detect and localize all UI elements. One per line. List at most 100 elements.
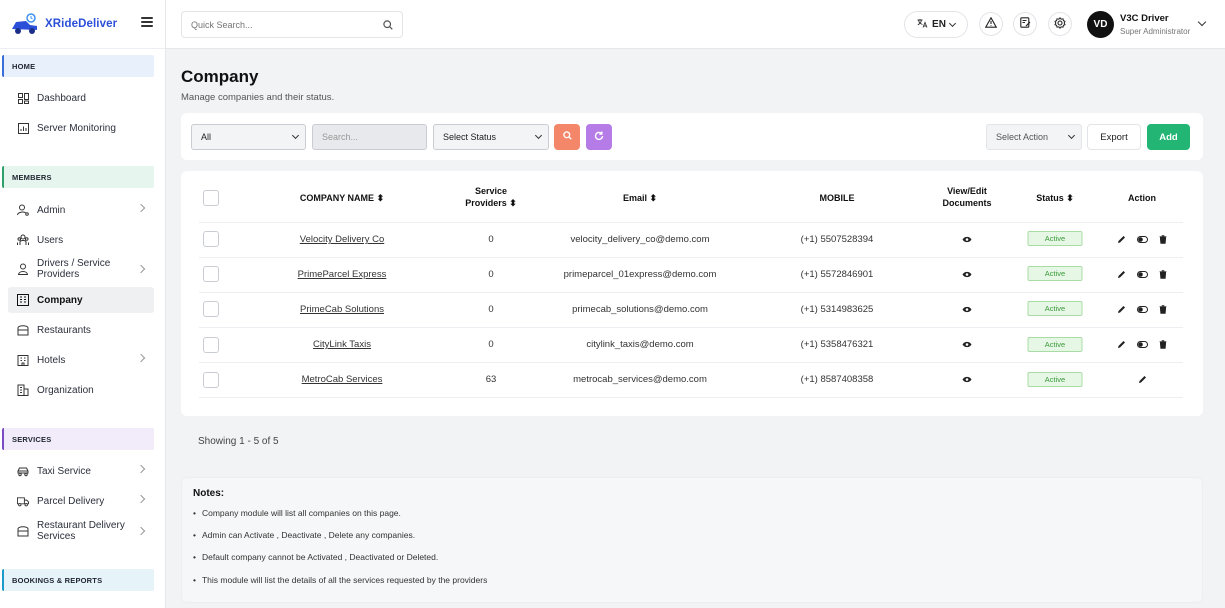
search-button[interactable] [554,124,580,150]
row-checkbox[interactable] [203,301,219,317]
select-all-checkbox[interactable] [203,190,219,206]
add-button[interactable]: Add [1147,124,1190,150]
user-cog-icon [17,204,29,216]
header-label: Documents [942,198,992,208]
company-name-link[interactable]: PrimeCab Solutions [300,304,384,315]
sidebar-item-dashboard[interactable]: Dashboard [8,85,154,111]
section-members: MEMBERS [2,166,154,188]
search-icon[interactable] [383,20,393,33]
sidebar-item-organization[interactable]: Organization [8,377,154,403]
chevron-down-icon[interactable] [1197,17,1207,27]
eye-icon[interactable] [961,338,973,350]
status-badge: Active [1027,301,1083,316]
mobile-cell: (+1) 5358476321 [800,339,874,350]
avatar[interactable]: VD [1087,11,1114,38]
edit-icon[interactable] [1115,303,1127,315]
export-button[interactable]: Export [1087,124,1141,150]
trash-icon[interactable] [1157,303,1169,315]
refresh-button[interactable] [586,124,612,150]
sidebar-item-taxi-service[interactable]: Taxi Service [8,458,154,484]
edit-icon[interactable] [1115,338,1127,350]
toggle-icon[interactable] [1136,268,1148,280]
sidebar-item-admin[interactable]: Admin [8,197,154,223]
row-divider [199,327,1183,328]
language-label: EN [932,19,946,30]
quick-search-input[interactable] [191,19,371,30]
eye-icon[interactable] [961,268,973,280]
header-label: Service [474,186,508,196]
edit-icon[interactable] [1136,373,1148,385]
settings-button[interactable] [1048,12,1072,36]
sidebar-item-label: Dashboard [37,92,86,104]
chevron-down-icon [1067,131,1076,140]
sidebar-item-label: Organization [37,384,94,396]
chevron-right-icon [136,494,146,504]
sidebar-item-hotels[interactable]: Hotels [8,347,154,373]
users-icon [17,234,29,246]
eye-icon[interactable] [961,233,973,245]
sidebar-item-parcel-delivery[interactable]: Parcel Delivery [8,488,154,514]
sort-icon: ⬍ [1066,193,1074,203]
trash-icon[interactable] [1157,233,1169,245]
warning-icon [984,16,998,31]
eye-icon[interactable] [961,303,973,315]
refresh-icon [594,131,604,144]
quick-search[interactable] [181,11,403,38]
chart-icon [17,122,29,134]
row-checkbox[interactable] [203,231,219,247]
search-icon [562,131,572,143]
company-name-link[interactable]: MetroCab Services [302,374,383,385]
taxi-icon [17,465,29,477]
trash-icon[interactable] [1157,338,1169,350]
status-select[interactable]: Select Status [433,124,549,150]
notes-button[interactable] [1013,12,1037,36]
col-status[interactable]: Status ⬍ [1036,192,1074,204]
sidebar-item-users[interactable]: Users [8,227,154,253]
row-checkbox[interactable] [203,266,219,282]
chevron-down-icon [948,19,956,27]
brand-name: XRideDeliver [45,18,118,30]
store-icon [17,525,29,537]
search-placeholder: Search... [322,132,359,142]
header-label: Email [622,193,647,203]
building-icon [17,294,29,306]
col-email[interactable]: Email ⬍ [623,192,657,204]
sort-icon: ⬍ [376,193,385,203]
alert-button[interactable] [979,12,1003,36]
sidebar-item-label: Restaurant Delivery [37,520,125,531]
truck-icon [17,495,29,507]
toggle-icon[interactable] [1136,338,1148,350]
language-selector[interactable]: EN [904,11,968,38]
action-select[interactable]: Select Action [986,124,1082,150]
company-name-link[interactable]: CityLink Taxis [313,339,371,350]
col-service-providers[interactable]: Service Providers ⬍ [465,185,517,209]
mobile-cell: (+1) 5314983625 [800,304,874,315]
menu-toggle-icon[interactable] [141,17,153,27]
eye-icon[interactable] [961,373,973,385]
col-company-name[interactable]: COMPANY NAME ⬍ [300,192,384,204]
toggle-icon[interactable] [1136,233,1148,245]
row-checkbox[interactable] [203,337,219,353]
user-name[interactable]: V3C Driver [1120,13,1169,24]
sidebar-item-server-monitoring[interactable]: Server Monitoring [8,115,154,141]
edit-icon[interactable] [1115,268,1127,280]
sidebar-item-restaurant-delivery[interactable]: Restaurant Delivery Services [8,517,154,545]
sidebar-item-company[interactable]: Company [8,287,154,313]
sidebar-item-label: Hotels [37,354,66,366]
search-input[interactable]: Search... [312,124,427,150]
notes-title: Notes: [193,488,225,499]
mobile-cell: (+1) 5572846901 [800,269,874,280]
type-select[interactable]: All [191,124,306,150]
company-name-link[interactable]: Velocity Delivery Co [300,234,384,245]
sidebar-item-drivers[interactable]: Drivers / Service Providers [8,255,154,283]
trash-icon[interactable] [1157,268,1169,280]
dashboard-icon [17,92,29,104]
page-title: Company [181,67,259,86]
sidebar-item-restaurants[interactable]: Restaurants [8,317,154,343]
edit-icon[interactable] [1115,233,1127,245]
email-cell: citylink_taxis@demo.com [586,339,694,350]
row-checkbox[interactable] [203,372,219,388]
providers-count: 0 [488,234,494,245]
toggle-icon[interactable] [1136,303,1148,315]
company-name-link[interactable]: PrimeParcel Express [298,269,387,280]
